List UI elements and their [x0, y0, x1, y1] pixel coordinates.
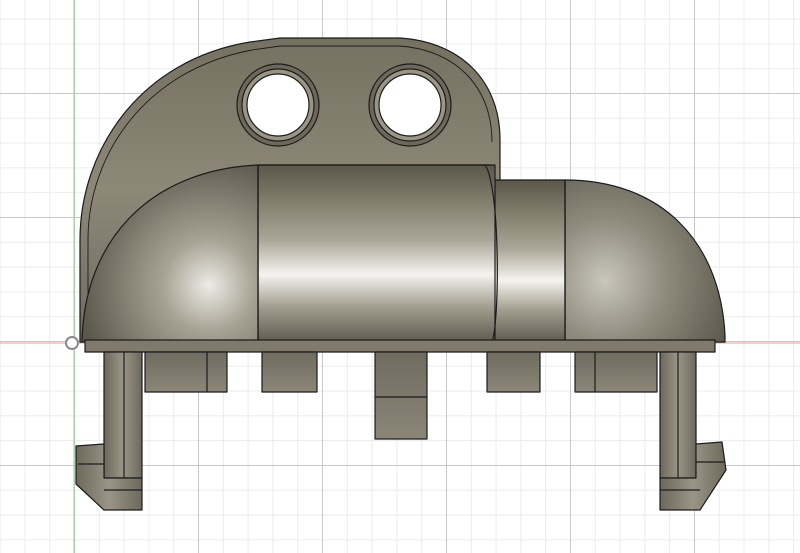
tab-2[interactable] — [261, 351, 318, 393]
tab-5[interactable] — [574, 351, 658, 393]
cad-viewport[interactable] — [0, 0, 800, 553]
clip-leg-right[interactable] — [659, 351, 727, 511]
tube-right-section[interactable] — [489, 179, 566, 343]
clip-leg-left[interactable] — [75, 351, 143, 511]
tube-main-section[interactable] — [257, 164, 496, 343]
mounting-hole-left[interactable] — [236, 63, 320, 147]
tab-4[interactable] — [486, 351, 541, 393]
base-strip[interactable] — [84, 339, 716, 353]
tab-center[interactable] — [374, 351, 428, 440]
tube-right-end[interactable] — [564, 179, 726, 343]
origin-point-icon[interactable] — [65, 336, 79, 350]
tab-1[interactable] — [144, 351, 228, 393]
model-canvas[interactable] — [0, 0, 800, 553]
part-model[interactable] — [75, 37, 727, 511]
mounting-hole-right[interactable] — [368, 63, 452, 147]
